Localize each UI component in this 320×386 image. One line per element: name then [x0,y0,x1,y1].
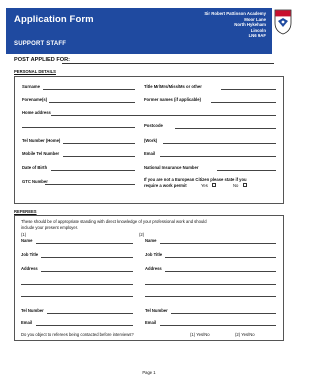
referees-intro-line1: These should be of appropriate standing … [21,219,207,224]
address-line: Sir Robert Pattinson Academy [204,11,266,16]
referee-1-address-label: Address [21,266,38,271]
referee-2-contact-option[interactable]: (2) Yes/No [235,332,255,337]
referee-2-name-field[interactable] [160,243,276,244]
referee-2-email-field[interactable] [160,325,276,326]
tel-home-field[interactable] [63,143,135,144]
header-banner: Application Form SUPPORT STAFF Sir Rober… [6,8,272,54]
home-address-field[interactable] [51,115,276,116]
work-permit-yes-label: Yes [201,183,208,188]
form-subtitle: SUPPORT STAFF [14,41,67,47]
home-address-field-2[interactable] [22,127,135,128]
dob-field[interactable] [51,170,135,171]
eu-question-line2: require a work permit [144,183,187,188]
dob-label: Date of Birth [22,165,48,170]
referees-box: These should be of appropriate standing … [14,215,284,341]
referee-1-address-field-2[interactable] [21,284,133,285]
former-names-field[interactable] [211,102,276,103]
referee-1-number: (1) [21,232,27,237]
referees-heading: REFEREES [14,209,37,214]
mobile-field[interactable] [63,156,135,157]
referee-1-job-title-label: Job Title [21,252,39,257]
title-label: Title Mr/Mrs/Miss/Ms or other [144,84,202,89]
work-label: (Work) [144,138,158,143]
work-permit-yes-checkbox[interactable] [212,183,216,187]
referee-2-name-label: Name [145,238,157,243]
form-title: Application Form [14,14,94,25]
referee-1-tel-label: Tel Number [21,308,44,313]
forenames-field[interactable] [49,102,135,103]
mobile-label: Mobile Tel Number [22,151,60,156]
referee-2-address-field-2[interactable] [145,284,276,285]
referee-1-email-label: Email [21,320,33,325]
referee-2-job-title-field[interactable] [165,257,276,258]
referee-2-address-field-3[interactable] [145,296,276,297]
tel-work-field[interactable] [163,143,276,144]
school-crest-icon [274,9,292,35]
postcode-field[interactable] [175,128,276,129]
forenames-label: Forename(s) [22,97,48,102]
work-permit-no-label: No [233,183,239,188]
ni-field[interactable] [217,170,276,171]
ni-label: National Insurance Number [144,165,199,170]
referee-2-address-label: Address [145,266,162,271]
referee-2-address-field[interactable] [165,271,276,272]
referee-1-contact-option[interactable]: (1) Yes/No [190,332,210,337]
referee-2-tel-label: Tel Number [145,308,168,313]
surname-field[interactable] [43,89,135,90]
page-number: Page 1 [142,370,156,375]
referee-2-email-label: Email [145,320,157,325]
home-address-label: Home address [22,110,51,115]
referee-1-tel-field[interactable] [47,313,133,314]
referee-1-name-label: Name [21,238,33,243]
email-field[interactable] [160,156,276,157]
gtc-field[interactable] [45,184,135,185]
address-line: LN6 9AF [248,33,266,39]
referee-1-address-field-3[interactable] [21,296,133,297]
referees-intro-line2: include your present employer. [21,225,79,230]
postcode-label: Postcode [144,123,163,128]
eu-question-line1: If you are not a European Citizen please… [144,177,247,182]
referee-2-tel-field[interactable] [171,313,276,314]
post-applied-field[interactable] [62,63,274,64]
email-label: Email [144,151,156,156]
personal-details-heading: PERSONAL DETAILS [14,69,56,74]
surname-label: Surname [22,84,40,89]
referee-2-job-title-label: Job Title [145,252,163,257]
referee-1-address-field[interactable] [41,271,133,272]
tel-home-label: Tel Number (Home) [22,138,61,143]
referee-1-email-field[interactable] [36,325,133,326]
referee-2-number: (2) [139,232,145,237]
gtc-label: GTC Number [22,179,48,184]
former-names-label: Former names (if applicable) [144,97,202,102]
referee-1-name-field[interactable] [36,243,133,244]
personal-details-box: Surname Title Mr/Mrs/Miss/Ms or other Fo… [14,76,284,204]
referee-1-job-title-field[interactable] [41,257,133,258]
contact-question: Do you object to referees being contacte… [21,332,134,337]
title-field[interactable] [221,89,276,90]
school-address: Sir Robert Pattinson Academy Moor Lane N… [204,11,266,39]
work-permit-no-checkbox[interactable] [243,183,247,187]
